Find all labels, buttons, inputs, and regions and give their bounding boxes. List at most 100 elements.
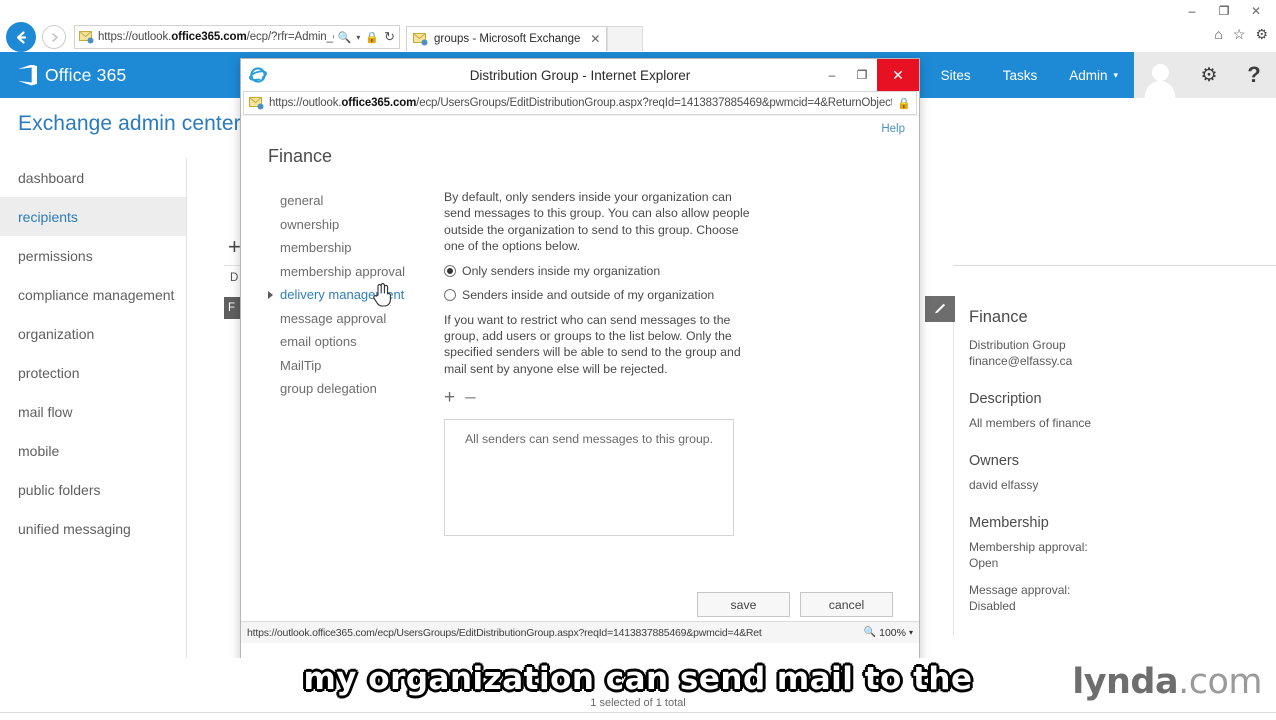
- refresh-icon[interactable]: ↻: [384, 29, 395, 45]
- radio-option-inside-and-outside[interactable]: Senders inside and outside of my organiz…: [444, 287, 754, 303]
- sidebar-item-dashboard[interactable]: dashboard: [0, 158, 187, 197]
- zoom-control[interactable]: 🔍 100% ▾: [864, 627, 913, 639]
- dialog-lock-icon: 🔒: [897, 97, 911, 110]
- sidebar-item-organization[interactable]: organization: [0, 314, 187, 353]
- admin-active-notch: [1063, 40, 1077, 47]
- details-owners-heading: Owners: [969, 453, 1019, 469]
- close-button[interactable]: ✕: [1240, 1, 1272, 21]
- new-group-add-icon[interactable]: +: [228, 234, 241, 260]
- avatar-icon: [1143, 62, 1177, 103]
- sender-list-toolbar: + –: [444, 387, 754, 409]
- back-icon[interactable]: [6, 22, 36, 52]
- address-bar-url: https://outlook.office365.com/ecp/?rfr=A…: [98, 31, 334, 43]
- home-icon[interactable]: ⌂: [1214, 26, 1222, 43]
- screen-root: – ❐ ✕ https://outlook.office365.com/ecp/…: [0, 0, 1276, 720]
- forward-icon[interactable]: [42, 25, 66, 49]
- radio-inside-only-icon[interactable]: [444, 264, 456, 277]
- browser-toolbar-icons: ⌂ ☆ ⚙: [1214, 26, 1268, 43]
- dialog-address-url: https://outlook.office365.com/ecp/UsersG…: [269, 97, 893, 109]
- help-link[interactable]: Help: [881, 123, 905, 135]
- admin-chevron-down-icon[interactable]: ▾: [1113, 52, 1134, 98]
- sidebar-item-compliance-management[interactable]: compliance management: [0, 275, 187, 314]
- dialog-heading: Finance: [268, 146, 333, 166]
- eac-sidebar: dashboard recipients permissions complia…: [0, 158, 187, 548]
- chevron-down-icon[interactable]: ▾: [356, 33, 360, 42]
- address-bar-icons: 🔍 ▾ 🔒 ↻: [338, 29, 395, 45]
- remove-sender-icon[interactable]: –: [465, 387, 476, 409]
- sidebar-item-public-folders[interactable]: public folders: [0, 470, 187, 509]
- radio-option-inside-only[interactable]: Only senders inside my organization: [444, 263, 754, 279]
- edit-button[interactable]: [925, 296, 955, 322]
- details-description-heading: Description: [969, 391, 1042, 407]
- grid-column-header-fragment[interactable]: D: [230, 272, 238, 284]
- add-sender-icon[interactable]: +: [444, 387, 455, 409]
- details-top-rule: [953, 265, 1276, 266]
- background-rule: [224, 265, 240, 266]
- office365-logo[interactable]: Office 365: [18, 64, 127, 86]
- save-button[interactable]: save: [697, 592, 790, 617]
- dialog-nav-email-options[interactable]: email options: [268, 330, 448, 354]
- distribution-group-dialog: Distribution Group - Internet Explorer –…: [240, 58, 920, 672]
- dialog-nav-general[interactable]: general: [268, 189, 448, 213]
- settings-gear-icon-suite[interactable]: ⚙: [1186, 52, 1232, 98]
- dialog-nav-delivery-management[interactable]: delivery management: [268, 283, 448, 307]
- details-membership-approval-label: Membership approval:: [969, 540, 1088, 554]
- tab-close-icon[interactable]: ✕: [590, 32, 600, 46]
- dialog-status-bar: https://outlook.office365.com/ecp/UsersG…: [241, 621, 919, 643]
- details-type: Distribution Group: [969, 338, 1066, 352]
- sidebar-item-unified-messaging[interactable]: unified messaging: [0, 509, 187, 548]
- sidebar-item-mobile[interactable]: mobile: [0, 431, 187, 470]
- zoom-chevron-down-icon[interactable]: ▾: [909, 628, 913, 637]
- sender-list-box[interactable]: All senders can send messages to this gr…: [444, 419, 734, 537]
- dialog-body: Help Finance general ownership membershi…: [241, 115, 919, 643]
- details-membership-approval-value: Open: [969, 556, 999, 570]
- radio-inside-only-label: Only senders inside my organization: [462, 263, 661, 278]
- avatar[interactable]: [1134, 52, 1186, 103]
- intro-paragraph: By default, only senders inside your org…: [444, 190, 750, 254]
- sidebar-item-mail-flow[interactable]: mail flow: [0, 392, 187, 431]
- details-membership-heading: Membership: [969, 515, 1049, 531]
- dialog-nav-membership-approval[interactable]: membership approval: [268, 260, 448, 284]
- page-favicon: [79, 30, 94, 44]
- office365-brand-label: Office 365: [45, 64, 127, 85]
- lock-icon: 🔒: [365, 31, 380, 44]
- suite-nav-links: Sites Tasks Admin ▾ ⚙ ?: [925, 52, 1276, 103]
- zoom-level: 100%: [879, 626, 906, 639]
- dialog-nav-mailtip[interactable]: MailTip: [268, 354, 448, 378]
- details-message-approval-value: Disabled: [969, 599, 1016, 613]
- favorites-icon[interactable]: ☆: [1233, 26, 1246, 43]
- dialog-nav-message-approval[interactable]: message approval: [268, 307, 448, 331]
- dialog-address-bar[interactable]: https://outlook.office365.com/ecp/UsersG…: [243, 91, 917, 115]
- browser-tab[interactable]: groups - Microsoft Exchange ✕: [406, 25, 608, 51]
- radio-inside-and-outside-icon[interactable]: [444, 288, 456, 301]
- dialog-nav-group-delegation[interactable]: group delegation: [268, 377, 448, 401]
- suite-link-tasks[interactable]: Tasks: [987, 52, 1054, 98]
- minimize-button[interactable]: –: [1176, 1, 1208, 21]
- dialog-nav-membership[interactable]: membership: [268, 236, 448, 260]
- dialog-title: Distribution Group - Internet Explorer: [469, 67, 691, 83]
- help-question-icon[interactable]: ?: [1232, 52, 1276, 98]
- office-logo-icon: [18, 64, 37, 86]
- details-description-value: All members of finance: [969, 416, 1092, 430]
- sender-list-empty-note: All senders can send messages to this gr…: [464, 432, 714, 447]
- dialog-nav-ownership[interactable]: ownership: [268, 213, 448, 237]
- sidebar-item-protection[interactable]: protection: [0, 353, 187, 392]
- restrict-paragraph: If you want to restrict who can send mes…: [444, 312, 741, 376]
- dialog-title-bar: Distribution Group - Internet Explorer –…: [241, 59, 919, 91]
- restore-button[interactable]: ❐: [1208, 1, 1240, 21]
- sidebar-divider: [186, 158, 187, 658]
- browser-tab-title: groups - Microsoft Exchange: [434, 32, 581, 45]
- address-bar[interactable]: https://outlook.office365.com/ecp/?rfr=A…: [74, 25, 400, 49]
- settings-gear-icon[interactable]: ⚙: [1255, 26, 1268, 43]
- cancel-button[interactable]: cancel: [800, 592, 893, 617]
- details-owners-value: david elfassy: [969, 478, 1039, 492]
- suite-link-admin[interactable]: Admin: [1053, 52, 1113, 98]
- search-icon[interactable]: 🔍: [338, 31, 352, 44]
- suite-link-sites[interactable]: Sites: [925, 52, 987, 98]
- dialog-favicon: [249, 96, 264, 110]
- dialog-footer: save cancel: [697, 592, 893, 617]
- radio-inside-and-outside-label: Senders inside and outside of my organiz…: [462, 287, 715, 302]
- new-tab-button[interactable]: [607, 25, 644, 51]
- sidebar-item-permissions[interactable]: permissions: [0, 236, 187, 275]
- sidebar-item-recipients[interactable]: recipients: [0, 197, 187, 236]
